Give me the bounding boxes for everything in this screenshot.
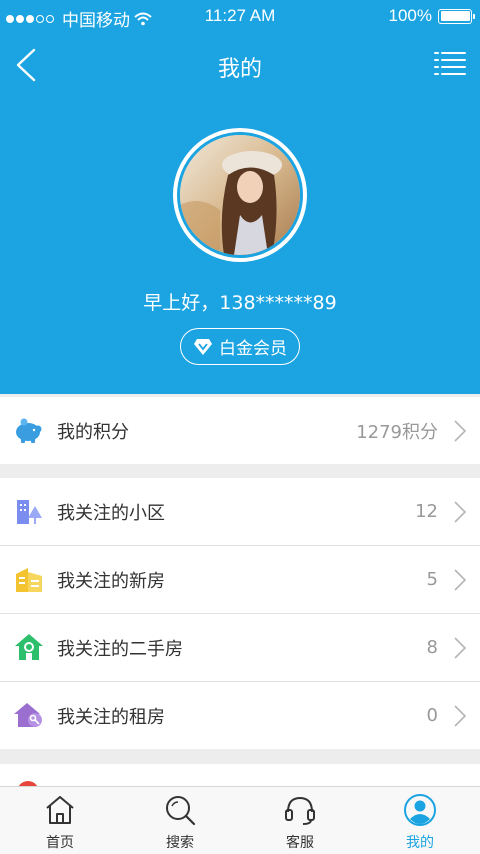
follow-count: 12 — [415, 501, 438, 522]
tab-service[interactable]: 客服 — [240, 787, 360, 854]
points-value: 1279积分 — [356, 421, 438, 443]
membership-label: 白金会员 — [219, 339, 287, 359]
points-row[interactable]: 我的积分 1279积分 — [0, 397, 480, 464]
follow-row-second-hand[interactable]: 我关注的二手房 8 — [0, 614, 480, 681]
chevron-right-icon — [454, 420, 466, 442]
battery-percent: 100% — [388, 6, 432, 25]
membership-badge[interactable]: 白金会员 — [180, 328, 300, 365]
diamond-icon — [194, 338, 212, 355]
follow-row-rental[interactable]: 我关注的租房 0 — [0, 682, 480, 749]
battery-icon — [438, 8, 475, 24]
follow-count: 8 — [426, 637, 438, 658]
follow-label: 我关注的二手房 — [57, 638, 183, 660]
headset-icon — [285, 796, 315, 825]
chevron-right-icon — [454, 501, 466, 523]
page-title: 我的 — [217, 57, 262, 82]
follow-label: 我关注的租房 — [57, 706, 165, 728]
follow-row-new-house[interactable]: 我关注的新房 5 — [0, 546, 480, 613]
user-icon — [404, 794, 436, 826]
list-menu-icon[interactable] — [434, 50, 466, 78]
avatar[interactable] — [173, 128, 307, 262]
points-label: 我的积分 — [57, 421, 129, 443]
tab-search[interactable]: 搜索 — [120, 787, 240, 854]
tab-home[interactable]: 首页 — [0, 787, 120, 854]
tab-mine[interactable]: 我的 — [360, 787, 480, 854]
profile-header: 中国移动 11:27 AM 100% 我的 早上好，138******89 白金… — [0, 0, 480, 394]
community-building-icon — [17, 500, 42, 524]
follow-count: 0 — [426, 705, 438, 726]
new-house-building-icon — [16, 568, 42, 592]
status-bar: 中国移动 11:27 AM 100% — [0, 0, 480, 32]
search-icon — [166, 796, 196, 826]
home-icon — [46, 796, 74, 824]
follow-label: 我关注的新房 — [57, 570, 165, 592]
follow-count: 5 — [426, 569, 438, 590]
follow-row-community[interactable]: 我关注的小区 12 — [0, 478, 480, 545]
tab-label: 我的 — [406, 835, 434, 851]
chevron-right-icon — [454, 569, 466, 591]
chevron-right-icon — [454, 705, 466, 727]
rental-house-key-icon — [14, 703, 42, 727]
second-hand-house-icon — [15, 634, 43, 660]
avatar-photo — [180, 135, 300, 255]
tab-label: 客服 — [286, 835, 314, 851]
chevron-right-icon — [454, 637, 466, 659]
tab-bar: 首页 搜索 客服 我的 — [0, 786, 480, 854]
follow-label: 我关注的小区 — [57, 502, 165, 524]
piggy-bank-icon — [16, 418, 42, 443]
tab-label: 首页 — [46, 835, 74, 851]
tab-label: 搜索 — [166, 835, 194, 851]
greeting-text: 早上好，138******89 — [143, 292, 337, 314]
